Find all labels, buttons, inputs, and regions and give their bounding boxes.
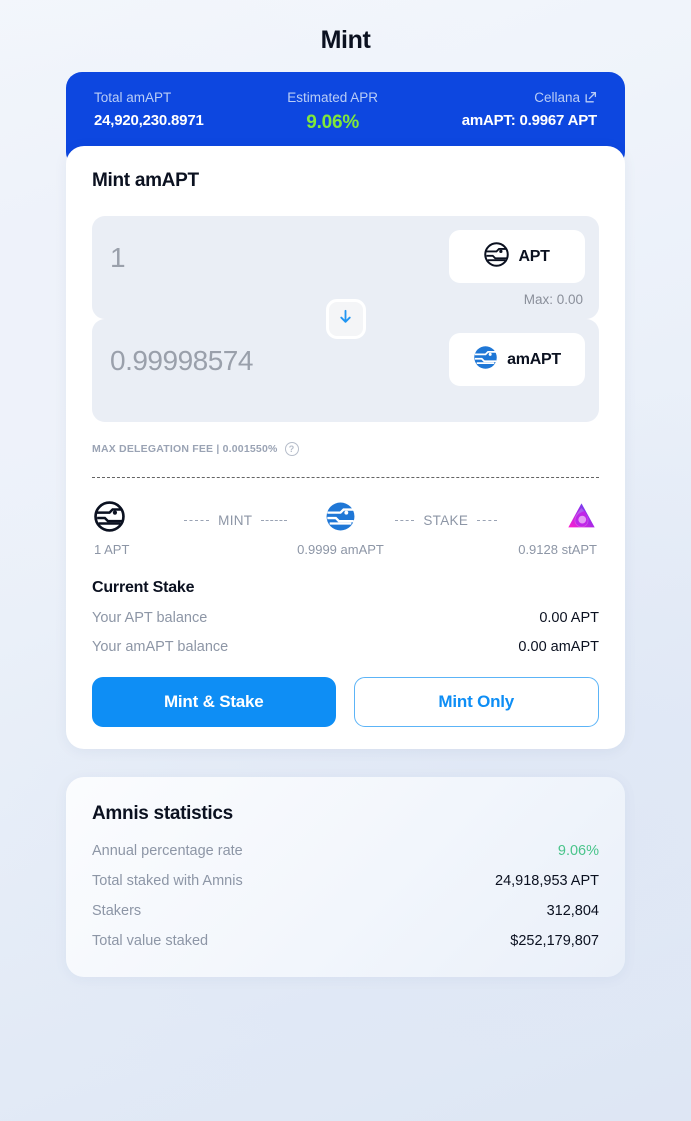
mint-and-stake-button[interactable]: Mint & Stake	[92, 677, 336, 727]
flow-action-mint: MINT	[218, 513, 253, 528]
external-link-icon	[584, 91, 597, 104]
mint-card-wrapper: Total amAPT 24,920,230.8971 Estimated AP…	[66, 72, 625, 749]
stats-value-apr: 9.06%	[557, 843, 599, 859]
stats-key-stakers: Stakers	[92, 903, 142, 919]
arrow-down-icon	[337, 308, 354, 330]
flow-label-apt: 1 APT	[94, 542, 130, 557]
banner-source[interactable]: Cellana amAPT: 0.9967 APT	[462, 90, 597, 129]
banner-rate-value: amAPT: 0.9967 APT	[461, 112, 597, 129]
token-label-apt: APT	[518, 247, 550, 265]
stats-key-total-staked: Total staked with Amnis	[92, 873, 243, 889]
flow-dash-right	[477, 520, 498, 521]
current-stake-title: Current Stake	[92, 579, 195, 596]
flow-dash-right	[261, 520, 287, 521]
delegation-fee-row: MAX DELEGATION FEE | 0.001550% ?	[92, 442, 599, 456]
amapt-logo-icon	[473, 345, 498, 375]
question-mark-icon[interactable]: ?	[284, 442, 299, 456]
flow-step-apt: 1 APT	[94, 500, 184, 557]
token-label-amapt: amAPT	[507, 350, 561, 368]
stake-value-apt: 0.00 APT	[539, 610, 599, 626]
swap-direction-button[interactable]	[325, 299, 366, 339]
stake-row-apt: Your APT balance 0.00 APT	[92, 610, 599, 626]
stats-row-stakers: Stakers 312,804	[92, 903, 599, 919]
flow-connector-stake: STAKE	[394, 500, 498, 528]
amnis-statistics-card: Amnis statistics Annual percentage rate …	[66, 777, 625, 977]
mint-card: Mint amAPT 1 APT Max: 0.00 0.99998574 am…	[66, 146, 625, 749]
stats-key-total-value: Total value staked	[92, 933, 209, 949]
banner-apr-value: 9.06%	[306, 112, 360, 133]
banner-source-link[interactable]: Cellana	[534, 90, 597, 105]
mint-page: Mint Total amAPT 24,920,230.8971 Estimat…	[0, 0, 691, 1121]
banner-estimated-apr: Estimated APR 9.06%	[287, 90, 378, 134]
flow-dash-left	[184, 520, 210, 521]
max-balance-label: Max: 0.00	[523, 292, 583, 307]
stake-value-amapt: 0.00 amAPT	[518, 639, 599, 655]
mint-output-amount[interactable]	[110, 333, 440, 377]
stats-row-total-staked: Total staked with Amnis 24,918,953 APT	[92, 873, 599, 889]
mint-output-right: amAPT	[449, 333, 585, 386]
flow-connector-mint: MINT	[184, 500, 287, 528]
mint-amount-input[interactable]	[110, 230, 440, 274]
page-title: Mint	[320, 26, 371, 54]
flow-dash-left	[394, 520, 415, 521]
token-selector-amapt[interactable]: amAPT	[449, 333, 585, 386]
stats-value-total-staked: 24,918,953 APT	[495, 873, 599, 889]
amapt-logo-icon	[325, 500, 356, 533]
token-selector-apt[interactable]: APT	[449, 230, 585, 283]
flow-step-amapt: 0.9999 amAPT	[287, 500, 395, 557]
flow-label-amapt: 0.9999 amAPT	[297, 542, 384, 557]
banner-total-value: 24,920,230.8971	[94, 112, 204, 129]
mint-card-title: Mint amAPT	[92, 170, 199, 191]
mint-input-right: APT Max: 0.00	[449, 230, 585, 307]
token-io-stack: APT Max: 0.00	[92, 216, 599, 422]
banner-apr-label: Estimated APR	[287, 90, 379, 105]
flow-step-stapt: 0.9128 stAPT	[497, 500, 597, 557]
stats-row-apr: Annual percentage rate 9.06%	[92, 843, 599, 859]
banner-total-label: Total amAPT	[94, 90, 172, 105]
statistics-title: Amnis statistics	[92, 803, 233, 824]
stake-key-amapt: Your amAPT balance	[92, 639, 229, 655]
delegation-fee-label: MAX DELEGATION FEE | 0.001550%	[92, 443, 278, 455]
stake-row-amapt: Your amAPT balance 0.00 amAPT	[92, 639, 599, 655]
mint-stake-flow: 1 APT MINT 0.9999 amAPT STAKE 0.9128 stA…	[92, 500, 599, 557]
stats-key-apr: Annual percentage rate	[92, 843, 243, 859]
stats-value-stakers: 312,804	[546, 903, 599, 919]
stats-value-total-value: $252,179,807	[510, 933, 599, 949]
banner-source-label: Cellana	[534, 90, 580, 105]
flow-label-stapt: 0.9128 stAPT	[518, 542, 597, 557]
aptos-logo-icon	[94, 500, 125, 533]
stats-row-total-value: Total value staked $252,179,807	[92, 933, 599, 949]
stake-key-apt: Your APT balance	[92, 610, 208, 626]
flow-action-stake: STAKE	[423, 513, 469, 528]
aptos-logo-icon	[484, 241, 510, 272]
mint-actions: Mint & Stake Mint Only	[92, 677, 599, 727]
banner-total-amapt: Total amAPT 24,920,230.8971	[94, 90, 204, 129]
mint-only-button[interactable]: Mint Only	[353, 677, 599, 727]
stapt-logo-icon	[566, 500, 597, 533]
section-divider	[92, 477, 599, 478]
